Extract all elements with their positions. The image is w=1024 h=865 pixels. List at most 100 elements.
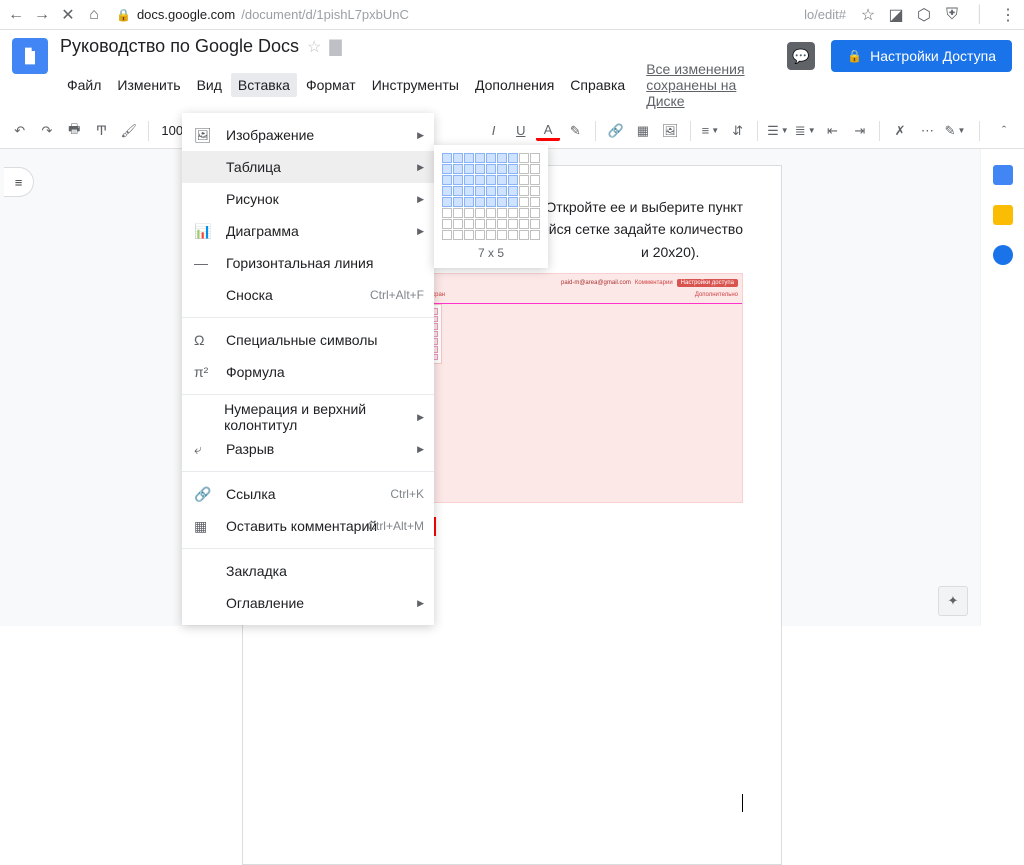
dd-bookmark[interactable]: Закладка — [182, 555, 434, 587]
grid-cell[interactable] — [453, 230, 463, 240]
numbered-list-icon[interactable]: ☰▼ — [766, 119, 789, 143]
grid-cell[interactable] — [497, 208, 507, 218]
grid-cell[interactable] — [464, 208, 474, 218]
grid-cell[interactable] — [497, 186, 507, 196]
grid-cell[interactable] — [530, 186, 540, 196]
dd-drawing[interactable]: Рисунок▶ — [182, 183, 434, 215]
grid-cell[interactable] — [530, 164, 540, 174]
dd-comment[interactable]: ▦ Оставить комментарий Ctrl+Alt+M — [182, 510, 434, 542]
dd-link[interactable]: 🔗 Ссылка Ctrl+K — [182, 478, 434, 510]
grid-cell[interactable] — [475, 208, 485, 218]
grid-cell[interactable] — [497, 230, 507, 240]
dd-table[interactable]: Таблица▶ — [182, 151, 434, 183]
grid-cell[interactable] — [508, 175, 518, 185]
grid-cell[interactable] — [508, 153, 518, 163]
dd-toc[interactable]: Оглавление▶ — [182, 587, 434, 619]
link-icon[interactable]: 🔗 — [604, 119, 627, 143]
keep-icon[interactable] — [993, 205, 1013, 225]
home-icon[interactable]: ⌂ — [86, 7, 102, 23]
grid-cell[interactable] — [464, 197, 474, 207]
outline-toggle[interactable]: ≡ — [4, 167, 34, 197]
menu-edit[interactable]: Изменить — [110, 73, 187, 97]
grid-cell[interactable] — [464, 164, 474, 174]
grid-cell[interactable] — [442, 197, 452, 207]
grid-cell[interactable] — [486, 153, 496, 163]
grid-cell[interactable] — [497, 164, 507, 174]
grid-cell[interactable] — [475, 230, 485, 240]
grid-cell[interactable] — [475, 186, 485, 196]
menu-insert[interactable]: Вставка — [231, 73, 297, 97]
grid-cell[interactable] — [530, 153, 540, 163]
highlight-icon[interactable]: ✎ — [564, 119, 587, 143]
grid-cell[interactable] — [530, 230, 540, 240]
grid-cell[interactable] — [453, 175, 463, 185]
grid-cell[interactable] — [464, 230, 474, 240]
grid-cell[interactable] — [486, 186, 496, 196]
grid-cell[interactable] — [486, 164, 496, 174]
spellcheck-icon[interactable]: Ͳ — [90, 119, 113, 143]
grid-cell[interactable] — [453, 164, 463, 174]
grid-cell[interactable] — [486, 208, 496, 218]
grid-cell[interactable] — [464, 153, 474, 163]
back-icon[interactable]: ← — [8, 7, 24, 23]
more-icon[interactable]: ⋯ — [916, 119, 939, 143]
menu-help[interactable]: Справка — [563, 73, 632, 97]
increase-indent-icon[interactable]: ⇥ — [848, 119, 871, 143]
star-doc-icon[interactable]: ☆ — [307, 37, 321, 57]
share-button[interactable]: 🔒 Настройки Доступа — [831, 40, 1012, 72]
grid-cell[interactable] — [508, 186, 518, 196]
dd-chart[interactable]: 📊 Диаграмма▶ — [182, 215, 434, 247]
dd-footnote[interactable]: Сноска Ctrl+Alt+F — [182, 279, 434, 311]
grid-cell[interactable] — [453, 153, 463, 163]
grid-cell[interactable] — [453, 197, 463, 207]
grid-cell[interactable] — [486, 197, 496, 207]
print-icon[interactable]: 🖶 — [63, 119, 86, 143]
align-icon[interactable]: ≡▼ — [699, 119, 722, 143]
grid-cell[interactable] — [464, 186, 474, 196]
grid-cell[interactable] — [530, 197, 540, 207]
menu-tools[interactable]: Инструменты — [365, 73, 466, 97]
ext1-icon[interactable]: ◪ — [888, 7, 904, 23]
grid-cell[interactable] — [442, 175, 452, 185]
grid-cell[interactable] — [519, 208, 529, 218]
menu-view[interactable]: Вид — [190, 73, 229, 97]
insert-comment-icon[interactable]: ▦ — [631, 119, 654, 143]
underline-icon[interactable]: U — [509, 119, 532, 143]
bulleted-list-icon[interactable]: ≣▼ — [794, 119, 817, 143]
grid-cell[interactable] — [475, 175, 485, 185]
grid-cell[interactable] — [453, 208, 463, 218]
grid-cell[interactable] — [486, 230, 496, 240]
saved-status[interactable]: Все изменения сохранены на Диске — [646, 61, 775, 109]
grid-cell[interactable] — [519, 219, 529, 229]
text-color-icon[interactable]: A — [536, 121, 559, 141]
grid-cell[interactable] — [464, 175, 474, 185]
shield-icon[interactable]: ⛨ — [944, 7, 960, 23]
grid-cell[interactable] — [508, 219, 518, 229]
line-spacing-icon[interactable]: ⇵ — [726, 119, 749, 143]
forward-icon[interactable]: → — [34, 7, 50, 23]
comments-button[interactable]: 💬 — [787, 42, 815, 70]
dd-special[interactable]: Ω Специальные символы — [182, 324, 434, 356]
grid-cell[interactable] — [519, 175, 529, 185]
dd-hr[interactable]: — Горизонтальная линия — [182, 247, 434, 279]
grid-cell[interactable] — [508, 164, 518, 174]
dd-image[interactable]: 🖼 Изображение▶ — [182, 119, 434, 151]
star-icon[interactable]: ☆ — [860, 7, 876, 23]
grid-cell[interactable] — [453, 219, 463, 229]
doc-title[interactable]: Руководство по Google Docs — [60, 36, 299, 57]
tasks-icon[interactable] — [993, 245, 1013, 265]
grid-cell[interactable] — [486, 175, 496, 185]
grid-cell[interactable] — [519, 230, 529, 240]
collapse-icon[interactable]: ˆ — [992, 119, 1016, 143]
grid-cell[interactable] — [519, 164, 529, 174]
undo-icon[interactable]: ↶ — [8, 119, 31, 143]
grid-cell[interactable] — [442, 164, 452, 174]
grid-cell[interactable] — [508, 197, 518, 207]
decrease-indent-icon[interactable]: ⇤ — [821, 119, 844, 143]
grid-cell[interactable] — [475, 197, 485, 207]
address-bar[interactable]: 🔒 docs.google.com/document/d/1pishL7pxbU… — [112, 7, 850, 22]
dd-break[interactable]: ⤶ Разрыв▶ — [182, 433, 434, 465]
grid-cell[interactable] — [475, 153, 485, 163]
grid-cell[interactable] — [497, 175, 507, 185]
dd-formula[interactable]: π² Формула — [182, 356, 434, 388]
